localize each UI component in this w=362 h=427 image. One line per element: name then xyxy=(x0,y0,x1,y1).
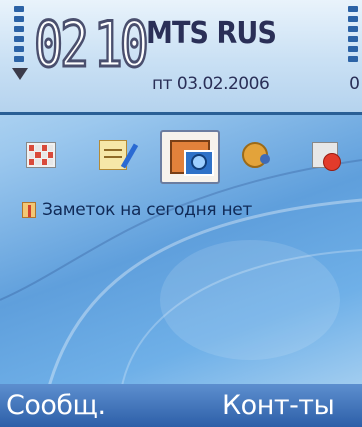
notes-icon[interactable] xyxy=(94,138,139,172)
clock: 02 10 xyxy=(33,8,150,81)
agenda-text: Заметок на сегодня нет xyxy=(42,200,253,220)
operator-name: MTS RUS xyxy=(146,16,277,51)
status-header: 02 10 MTS RUS пт 03.02.2006 0 xyxy=(0,0,362,115)
date-label: пт 03.02.2006 xyxy=(152,74,270,94)
gallery-icon[interactable] xyxy=(160,130,220,184)
left-softkey[interactable]: Сообщ. xyxy=(6,390,106,421)
settings-icon[interactable] xyxy=(236,138,274,172)
note-icon xyxy=(22,202,36,218)
tools-icon[interactable] xyxy=(306,138,344,172)
battery-level-bars xyxy=(348,6,358,76)
clock-hours: 02 xyxy=(33,8,90,81)
signal-strength-bars xyxy=(14,6,24,76)
shortcut-bar xyxy=(0,128,362,184)
antenna-icon xyxy=(12,68,28,80)
calendar-icon[interactable] xyxy=(22,138,60,172)
agenda-line[interactable]: Заметок на сегодня нет xyxy=(22,200,252,220)
softkey-bar: Сообщ. Конт-ты xyxy=(0,384,362,427)
right-softkey[interactable]: Конт-ты xyxy=(222,390,335,421)
date-trailing-label: 0 xyxy=(349,74,360,94)
clock-minutes: 10 xyxy=(93,8,150,81)
